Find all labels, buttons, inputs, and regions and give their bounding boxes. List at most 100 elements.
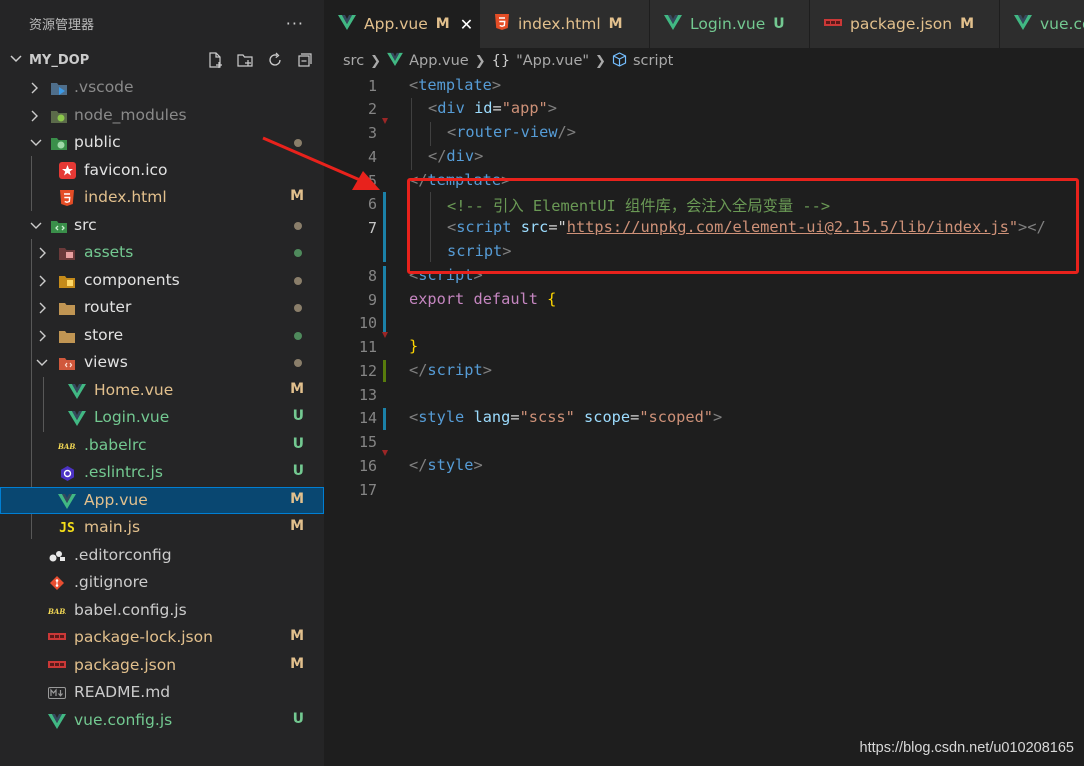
more-actions-icon[interactable]: ···	[286, 14, 304, 33]
chevron-right-icon	[31, 110, 38, 121]
chevron-right-icon: ❯	[474, 53, 486, 69]
tab-label: index.html	[518, 15, 601, 33]
vscode-folder-icon	[50, 79, 68, 97]
code-line: <router-view/>	[447, 123, 576, 141]
vue-file-icon	[338, 14, 356, 34]
tree-item-node-modules[interactable]: node_modules	[0, 102, 324, 130]
tab-package-json[interactable]: package.json M	[810, 0, 1000, 48]
line-number: 10	[358, 314, 377, 332]
tree-item-main-js[interactable]: JS main.js M	[0, 514, 324, 542]
tree-item-eslintrc[interactable]: .eslintrc.js U	[0, 459, 324, 487]
tree-item-label: components	[84, 270, 180, 289]
tab-status-badge: M	[608, 16, 623, 32]
tab-app-vue[interactable]: App.vue M ✕	[324, 0, 480, 48]
file-tree: .vscode node_modules public favicon.ico …	[0, 74, 324, 734]
new-folder-icon[interactable]	[234, 51, 256, 69]
breadcrumb-folder[interactable]: src	[343, 53, 364, 69]
code-line: </script>	[409, 361, 492, 379]
gutter-added-bar	[383, 360, 386, 382]
chevron-right-icon	[39, 247, 46, 259]
explorer-sidebar: 资源管理器 ··· MY_DOP .vscode node_modules pu…	[0, 0, 324, 766]
chevron-right-icon: ❯	[370, 53, 382, 69]
tree-item-favicon[interactable]: favicon.ico	[0, 157, 324, 185]
tree-item-babelrc[interactable]: BABEL .babelrc U	[0, 432, 324, 460]
chevron-down-icon	[10, 55, 22, 63]
indent-guide	[430, 122, 431, 146]
status-dot	[294, 359, 302, 367]
tree-item-views[interactable]: views	[0, 349, 324, 377]
tree-item-readme[interactable]: README.md	[0, 679, 324, 707]
line-number: 4	[367, 148, 377, 166]
tree-item-label: store	[84, 325, 124, 344]
line-number: 16	[358, 457, 377, 475]
git-status-badge: M	[290, 490, 304, 507]
chevron-down-icon	[30, 139, 42, 146]
html-file-icon	[58, 189, 76, 207]
components-folder-icon	[58, 272, 76, 290]
tree-item-editorconfig[interactable]: .editorconfig	[0, 542, 324, 570]
workspace-name: MY_DOP	[29, 52, 90, 68]
tree-item-home-vue[interactable]: Home.vue M	[0, 377, 324, 405]
line-number: 6	[367, 195, 377, 213]
tab-label: vue.co	[1040, 15, 1084, 33]
collapse-all-icon[interactable]	[294, 51, 316, 69]
tab-vue-config[interactable]: vue.co	[1000, 0, 1084, 48]
tree-item-label: App.vue	[84, 490, 148, 509]
tree-item-src[interactable]: src	[0, 212, 324, 240]
workspace-root[interactable]: MY_DOP	[0, 46, 324, 74]
breadcrumb-file[interactable]: App.vue	[409, 53, 469, 69]
tree-item-index-html[interactable]: index.html M	[0, 184, 324, 212]
tree-item-vscode[interactable]: .vscode	[0, 74, 324, 102]
vue-file-icon	[68, 409, 86, 427]
tab-index-html[interactable]: index.html M	[480, 0, 650, 48]
tree-item-components[interactable]: components	[0, 267, 324, 295]
tree-item-package-json[interactable]: package.json M	[0, 652, 324, 680]
git-status-badge: U	[292, 408, 304, 424]
tree-item-label: Login.vue	[94, 408, 170, 426]
vue-file-icon	[58, 492, 76, 510]
tree-item-label: .eslintrc.js	[84, 463, 163, 481]
babel-file-icon: BABEL	[58, 437, 76, 455]
status-dot	[294, 276, 302, 285]
tree-item-store[interactable]: store	[0, 322, 324, 350]
breadcrumb-section[interactable]: script	[633, 53, 673, 69]
tree-item-babel-config[interactable]: BABEL babel.config.js	[0, 597, 324, 625]
tree-item-label: index.html	[84, 188, 167, 206]
code-line: </div>	[428, 147, 484, 165]
annotation-highlight-box	[407, 178, 1079, 274]
public-folder-icon	[50, 134, 68, 152]
line-number: 7	[367, 219, 377, 237]
tree-item-label: public	[74, 133, 121, 151]
tree-item-label: favicon.ico	[84, 160, 168, 179]
new-file-icon[interactable]	[204, 51, 226, 69]
tree-item-gitignore[interactable]: .gitignore	[0, 569, 324, 597]
line-number: 11	[358, 338, 377, 356]
breadcrumb-symbol[interactable]: "App.vue"	[516, 53, 589, 69]
tab-label: Login.vue	[690, 15, 766, 33]
refresh-icon[interactable]	[264, 51, 286, 69]
tree-item-app-vue[interactable]: App.vue M	[0, 486, 324, 514]
close-icon[interactable]: ✕	[460, 15, 473, 34]
git-status-badge: M	[290, 655, 304, 672]
git-status-badge: U	[292, 710, 304, 727]
tree-item-login-vue[interactable]: Login.vue U	[0, 404, 324, 432]
tab-login-vue[interactable]: Login.vue U	[650, 0, 810, 48]
gutter-modified-bar	[383, 408, 386, 430]
tree-item-router[interactable]: router	[0, 294, 324, 322]
line-number: 13	[358, 386, 377, 404]
tree-item-vue-config[interactable]: vue.config.js U	[0, 707, 324, 735]
tree-item-package-lock[interactable]: package-lock.json M	[0, 624, 324, 652]
npm-file-icon	[824, 15, 842, 33]
tree-item-label: assets	[84, 243, 134, 261]
tree-item-label: src	[74, 215, 97, 234]
gutter-deleted-marker	[382, 118, 388, 124]
line-number: 2	[367, 100, 377, 118]
markdown-file-icon	[48, 684, 66, 702]
explorer-actions	[204, 51, 316, 69]
html-file-icon	[494, 13, 510, 35]
npm-file-icon	[48, 657, 66, 675]
line-number: 3	[367, 124, 377, 142]
tree-item-public[interactable]: public	[0, 129, 324, 157]
tree-item-assets[interactable]: assets	[0, 239, 324, 267]
explorer-header: 资源管理器 ···	[0, 0, 324, 46]
